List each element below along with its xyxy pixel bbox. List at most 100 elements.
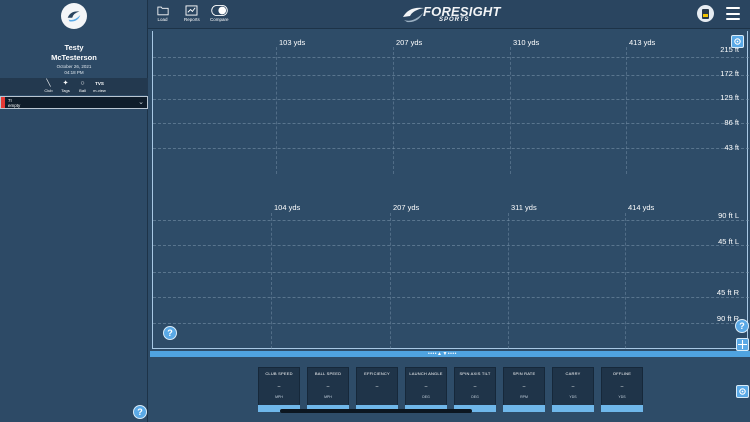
data-tile[interactable]: CARRY – YDS <box>552 367 594 412</box>
data-tile[interactable]: LAUNCH ANGLE – DEG <box>405 367 447 412</box>
reports-icon <box>185 3 198 17</box>
crosshair-icon <box>738 340 747 349</box>
tab-tags-label: Tags <box>61 88 70 93</box>
sidebar: Testy McTesterson October 26, 2021 04:18… <box>0 0 148 422</box>
tab-m-view-label: m-view <box>93 88 106 93</box>
session-time: 04:18 PM <box>64 70 84 75</box>
tvs-icon: TVS <box>95 81 104 86</box>
tile-unit: DEG <box>422 395 430 399</box>
load-button[interactable]: Load <box>156 3 169 22</box>
tag-icon: ✦ <box>62 80 69 87</box>
brand-sub: SPORTS <box>439 17 470 23</box>
offline-label: 90 ft R <box>716 314 739 323</box>
tile-header: EFFICIENCY <box>364 371 390 376</box>
session-date: October 26, 2021 <box>56 64 92 69</box>
compare-label: Compare <box>210 17 229 22</box>
side-distance-label: 311 yds <box>511 203 537 212</box>
side-distance-label: 207 yds <box>393 203 420 212</box>
data-tile[interactable]: BALL SPEED – MPH <box>307 367 349 412</box>
tile-value: – <box>522 384 526 390</box>
folder-icon <box>156 3 169 17</box>
settings-icon <box>739 388 746 395</box>
session-list-item[interactable]: 7I empty ⌄ <box>0 96 148 109</box>
compare-button[interactable]: Compare <box>210 3 229 22</box>
ball-icon: ○ <box>80 80 85 87</box>
tile-value: – <box>571 384 575 390</box>
offline-label: 45 ft L <box>718 237 739 246</box>
user-first-name: Testy <box>64 43 84 52</box>
panel-settings-button[interactable] <box>736 385 749 398</box>
tab-club[interactable]: ╲ Club <box>42 80 55 95</box>
data-tile[interactable]: CLUB SPEED – MPH <box>258 367 300 412</box>
tile-header: OFFLINE <box>612 371 632 376</box>
side-distance-label: 104 yds <box>274 203 301 212</box>
shot-view-area: 103 yds 207 yds 310 yds 413 yds 215 ft 1… <box>150 29 750 351</box>
load-label: Load <box>157 17 168 22</box>
settings-icon <box>734 38 741 45</box>
compare-toggle-icon <box>210 3 228 17</box>
tile-header: SPIN RATE <box>512 371 536 376</box>
tab-club-label: Club <box>44 88 53 93</box>
top-toolbar: Load Reports Compare FORESIGHT SPORTS <box>148 0 750 29</box>
session-flag <box>1 97 5 108</box>
chart-frame: 103 yds 207 yds 310 yds 413 yds 215 ft 1… <box>152 31 749 349</box>
session-status: empty <box>8 103 21 108</box>
data-tile[interactable]: SPIN RATE – RPM <box>503 367 545 412</box>
height-label: 43 ft <box>724 143 739 152</box>
reports-button[interactable]: Reports <box>184 3 200 22</box>
tab-ball-label: Ball <box>79 88 86 93</box>
tab-m-view[interactable]: TVS m-view <box>93 80 106 95</box>
top-distance-label: 413 yds <box>629 38 656 47</box>
view-settings-button[interactable] <box>731 35 744 48</box>
tile-header: SPIN AXIS TILT <box>459 371 491 376</box>
tile-unit: YDS <box>618 395 626 399</box>
top-distance-label: 310 yds <box>513 38 540 47</box>
chart-help-button[interactable]: ? <box>163 326 177 340</box>
data-tile[interactable]: SPIN AXIS TILT – DEG <box>454 367 496 412</box>
foresight-logo-icon <box>61 3 87 29</box>
tile-value: – <box>424 384 428 390</box>
tile-value: – <box>277 384 281 390</box>
data-tile[interactable]: EFFICIENCY – <box>356 367 398 412</box>
height-label: 86 ft <box>724 118 739 127</box>
top-distance-label: 207 yds <box>396 38 423 47</box>
tile-value: – <box>620 384 624 390</box>
sidebar-help-button[interactable]: ? <box>133 405 147 419</box>
height-label: 129 ft <box>720 93 739 102</box>
tab-tags[interactable]: ✦ Tags <box>59 80 72 95</box>
club-icon: ╲ <box>46 80 51 87</box>
tile-value: – <box>326 384 330 390</box>
tiles-scrollbar[interactable] <box>280 409 472 413</box>
tile-header: CLUB SPEED <box>265 371 293 376</box>
center-view-button[interactable] <box>736 338 749 351</box>
app-window: Testy McTesterson October 26, 2021 04:18… <box>0 0 750 422</box>
data-tile[interactable]: OFFLINE – YDS <box>601 367 643 412</box>
tile-unit: MPH <box>324 395 332 399</box>
tile-unit: RPM <box>520 395 528 399</box>
height-label: 172 ft <box>720 69 739 78</box>
brand-logo: FORESIGHT SPORTS <box>401 4 505 24</box>
data-panel: CLUB SPEED – MPH BALL SPEED – MPH EFFICI… <box>150 357 750 422</box>
right-help-button[interactable]: ? <box>735 319 749 333</box>
tile-value: – <box>473 384 477 390</box>
tile-unit: DEG <box>471 395 479 399</box>
hamburger-menu-icon[interactable] <box>726 7 740 20</box>
sidebar-tabs: ╲ Club ✦ Tags ○ Ball TVS m-view <box>0 78 148 95</box>
tile-unit: MPH <box>275 395 283 399</box>
side-distance-label: 414 yds <box>628 203 655 212</box>
user-last-name: McTesterson <box>51 53 97 62</box>
reports-label: Reports <box>184 17 200 22</box>
tile-value: – <box>375 384 379 390</box>
tile-header: CARRY <box>565 371 581 376</box>
tile-unit: YDS <box>569 395 577 399</box>
data-tiles: CLUB SPEED – MPH BALL SPEED – MPH EFFICI… <box>258 367 643 412</box>
chevron-down-icon[interactable]: ⌄ <box>138 98 144 106</box>
tab-ball[interactable]: ○ Ball <box>76 80 89 95</box>
device-icon <box>702 8 709 19</box>
tile-header: BALL SPEED <box>314 371 342 376</box>
offline-label: 45 ft R <box>716 288 739 297</box>
tile-header: LAUNCH ANGLE <box>409 371 443 376</box>
brand-swoosh-icon <box>403 7 424 23</box>
offline-label: 90 ft L <box>718 211 739 220</box>
device-status-button[interactable] <box>697 5 714 22</box>
